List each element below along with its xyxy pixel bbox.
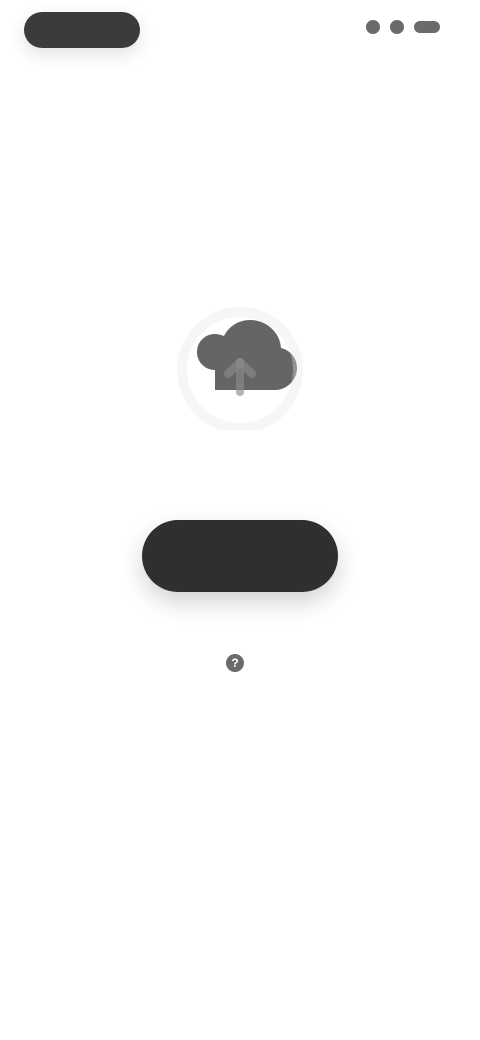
signal-icon xyxy=(366,20,380,34)
battery-icon xyxy=(414,21,440,33)
wifi-icon xyxy=(390,20,404,34)
status-indicators xyxy=(366,20,440,34)
cloud-upload-illustration xyxy=(170,300,310,430)
cloud-upload-icon xyxy=(177,307,303,430)
app-screen: ? xyxy=(0,0,480,1040)
top-left-pill-button[interactable] xyxy=(24,12,140,48)
empty-state-content: ? xyxy=(0,300,480,672)
help-link[interactable]: ? xyxy=(226,654,254,672)
primary-action-button[interactable] xyxy=(142,520,338,592)
help-icon: ? xyxy=(226,654,244,672)
